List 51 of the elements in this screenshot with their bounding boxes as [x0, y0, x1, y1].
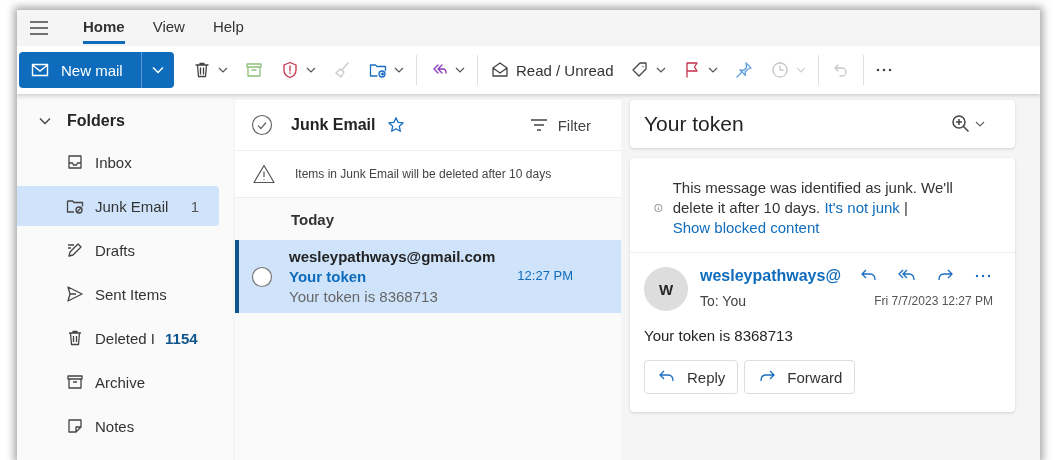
inbox-icon: [65, 152, 85, 172]
reply-button[interactable]: Reply: [644, 360, 739, 394]
envelope-icon: [31, 63, 49, 77]
folder-item[interactable]: Inbox: [17, 142, 219, 182]
folder-item[interactable]: Junk Email 1: [17, 186, 219, 226]
junk-warning-text: This message was identified as junk. We'll delete it after 10 days. It's not junk | Show blocked content: [672, 178, 954, 238]
message-subject: Your token: [289, 268, 367, 285]
show-blocked-content-link[interactable]: Show blocked content: [672, 219, 820, 236]
folder-count: 1154: [165, 329, 198, 347]
message-subject-heading: Your token: [644, 112, 744, 136]
toolbar-button[interactable]: Read / Unread: [482, 52, 622, 88]
junk-notice-text: Items in Junk Email will be deleted after 10 days: [295, 167, 552, 181]
group-heading: Today: [291, 210, 335, 228]
folder-item[interactable]: Deleted I 1154: [17, 318, 219, 358]
forward-button[interactable]: Forward: [744, 360, 856, 394]
message-preview: Your token is 8368713: [289, 288, 439, 305]
archive-box-icon: [65, 372, 85, 392]
filter-icon: [529, 118, 548, 132]
folder-item[interactable]: Sent Items: [17, 274, 219, 314]
folder-item[interactable]: Drafts: [17, 230, 219, 270]
message-body: Your token is 8368713: [644, 327, 794, 344]
menu-tab[interactable]: Help: [212, 12, 244, 44]
menu-tab[interactable]: View: [152, 12, 185, 44]
warning-icon: [253, 164, 275, 184]
message-sender: wesleypathways@gmail.com: [289, 248, 497, 265]
radio-icon[interactable]: [251, 265, 273, 288]
send-icon: [65, 284, 85, 304]
chevron-down-icon[interactable]: [39, 117, 51, 125]
sender-name[interactable]: wesleypathways@: [700, 267, 841, 285]
to-label: To:: [700, 293, 719, 309]
folders-heading: Folders: [67, 112, 125, 130]
chevron-down-icon: [152, 66, 164, 74]
folder-item[interactable]: Archive: [17, 362, 219, 402]
menu-icon[interactable]: [29, 20, 49, 36]
not-junk-link[interactable]: It's not junk: [824, 199, 900, 216]
folder-item[interactable]: Notes: [17, 406, 219, 446]
select-all-icon[interactable]: [251, 114, 273, 136]
folder-title: Junk Email: [291, 116, 376, 134]
message-item[interactable]: wesleypathways@gmail.com Your token 12:27 PM Your token is 8368713: [235, 240, 621, 313]
zoom-icon: [951, 114, 971, 134]
folder-count: 1: [190, 197, 199, 215]
message-date: Fri 7/7/2023 12:27 PM: [874, 294, 993, 308]
star-icon[interactable]: [387, 116, 406, 134]
note-icon: [65, 416, 85, 436]
filter-button[interactable]: Filter: [523, 115, 597, 135]
avatar: W: [644, 267, 688, 311]
dropdown-button[interactable]: [141, 52, 174, 88]
new-mail-button[interactable]: New mail: [19, 52, 141, 88]
message-time: 12:27 PM: [517, 268, 573, 285]
chevron-down-icon: [975, 121, 985, 127]
recipient: You: [722, 293, 746, 309]
